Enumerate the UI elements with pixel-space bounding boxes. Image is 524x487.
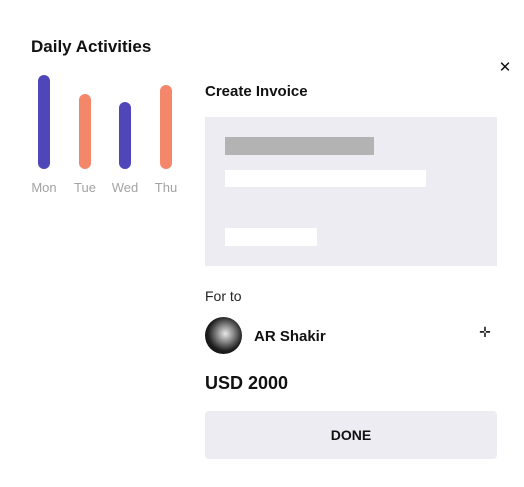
bar-thu [160, 85, 172, 169]
placeholder-line [225, 228, 317, 246]
recipient-name: AR Shakir [254, 328, 326, 345]
done-button[interactable]: DONE [205, 411, 497, 459]
invoice-preview [205, 117, 497, 266]
create-invoice-title: Create Invoice [205, 83, 308, 100]
bar-wed [119, 102, 131, 169]
avatar [205, 317, 242, 354]
bar-mon [38, 74, 50, 169]
invoice-amount: USD 2000 [205, 373, 289, 393]
day-label-mon: Mon [31, 180, 57, 195]
day-label-thu: Thu [154, 180, 178, 195]
activity-bar-chart: Mon Tue Wed Thu [0, 0, 190, 200]
plus-icon[interactable]: ✛ [478, 325, 492, 339]
recipient-label: For to [205, 288, 242, 304]
bar-tue [79, 94, 91, 169]
day-label-tue: Tue [74, 180, 96, 195]
close-icon[interactable]: ✕ [497, 60, 513, 76]
day-label-wed: Wed [111, 180, 139, 195]
placeholder-line [225, 137, 374, 155]
placeholder-line [225, 170, 426, 187]
